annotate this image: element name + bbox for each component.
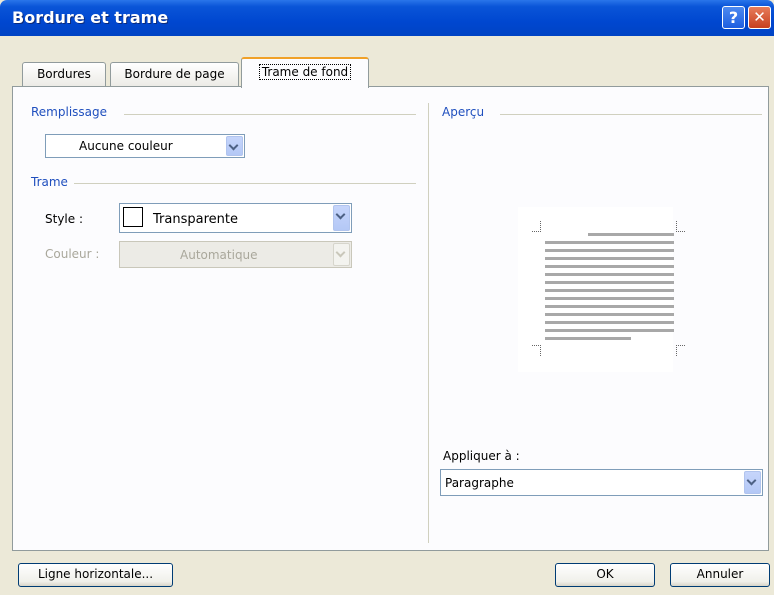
preview-line [545, 289, 674, 292]
preview-line [545, 321, 674, 324]
tab-bordure-de-page[interactable]: Bordure de page [110, 62, 239, 86]
chevron-down-icon[interactable] [226, 136, 243, 156]
ok-button[interactable]: OK [555, 563, 655, 587]
crop-mark [532, 345, 541, 356]
title-bar[interactable]: Bordure et trame ? ✕ [0, 0, 774, 36]
preview-line [588, 233, 674, 236]
pattern-color-dropdown: Automatique [119, 241, 352, 268]
dialog-title: Bordure et trame [12, 8, 169, 27]
swatch-icon [123, 207, 143, 227]
chevron-down-icon [333, 243, 350, 266]
dialog-window: Bordure et trame ? ✕ Bordures Bordure de… [0, 0, 774, 595]
crop-mark [676, 221, 685, 232]
fill-color-dropdown[interactable]: Aucune couleur [45, 134, 245, 158]
preview-line [545, 297, 674, 300]
cancel-button[interactable]: Annuler [670, 563, 770, 587]
close-button[interactable]: ✕ [748, 6, 771, 29]
divider [124, 114, 416, 115]
close-icon: ✕ [753, 8, 766, 26]
style-value: Transparente [153, 212, 238, 227]
preview-line [545, 313, 674, 316]
help-button[interactable]: ? [722, 6, 745, 29]
separator [428, 103, 429, 543]
preview-line [545, 337, 631, 340]
preview-line [545, 265, 674, 268]
apply-value: Paragraphe [445, 476, 514, 490]
horizontal-line-button[interactable]: Ligne horizontale... [18, 563, 173, 587]
preview-line [545, 257, 674, 260]
style-label: Style : [45, 212, 83, 226]
tab-label: Bordure de page [124, 67, 225, 81]
tab-label: Trame de fond [258, 64, 352, 80]
tab-trame-de-fond[interactable]: Trame de fond [241, 57, 369, 88]
crop-mark [676, 345, 685, 356]
pattern-color-value: Automatique [180, 248, 258, 262]
apply-to-dropdown[interactable]: Paragraphe [440, 469, 763, 496]
crop-mark [532, 221, 541, 232]
fill-group-label: Remplissage [31, 105, 114, 119]
chevron-down-icon[interactable] [333, 205, 350, 231]
divider [74, 183, 416, 184]
chevron-down-icon[interactable] [744, 471, 761, 494]
preview-line [545, 305, 674, 308]
preview-area [518, 207, 685, 372]
pattern-group-label: Trame [31, 175, 74, 189]
preview-line [545, 249, 674, 252]
tab-bordures[interactable]: Bordures [22, 62, 106, 86]
help-icon: ? [728, 8, 739, 27]
tab-label: Bordures [37, 67, 91, 81]
fill-color-value: Aucune couleur [79, 139, 173, 153]
preview-group-label: Aperçu [442, 105, 491, 119]
preview-line [545, 329, 674, 332]
preview-line [545, 241, 674, 244]
divider [500, 114, 762, 115]
color-label: Couleur : [45, 247, 100, 261]
preview-line [545, 273, 674, 276]
preview-line [545, 281, 674, 284]
style-dropdown[interactable]: Transparente [119, 203, 352, 233]
apply-label: Appliquer à : [443, 449, 520, 463]
